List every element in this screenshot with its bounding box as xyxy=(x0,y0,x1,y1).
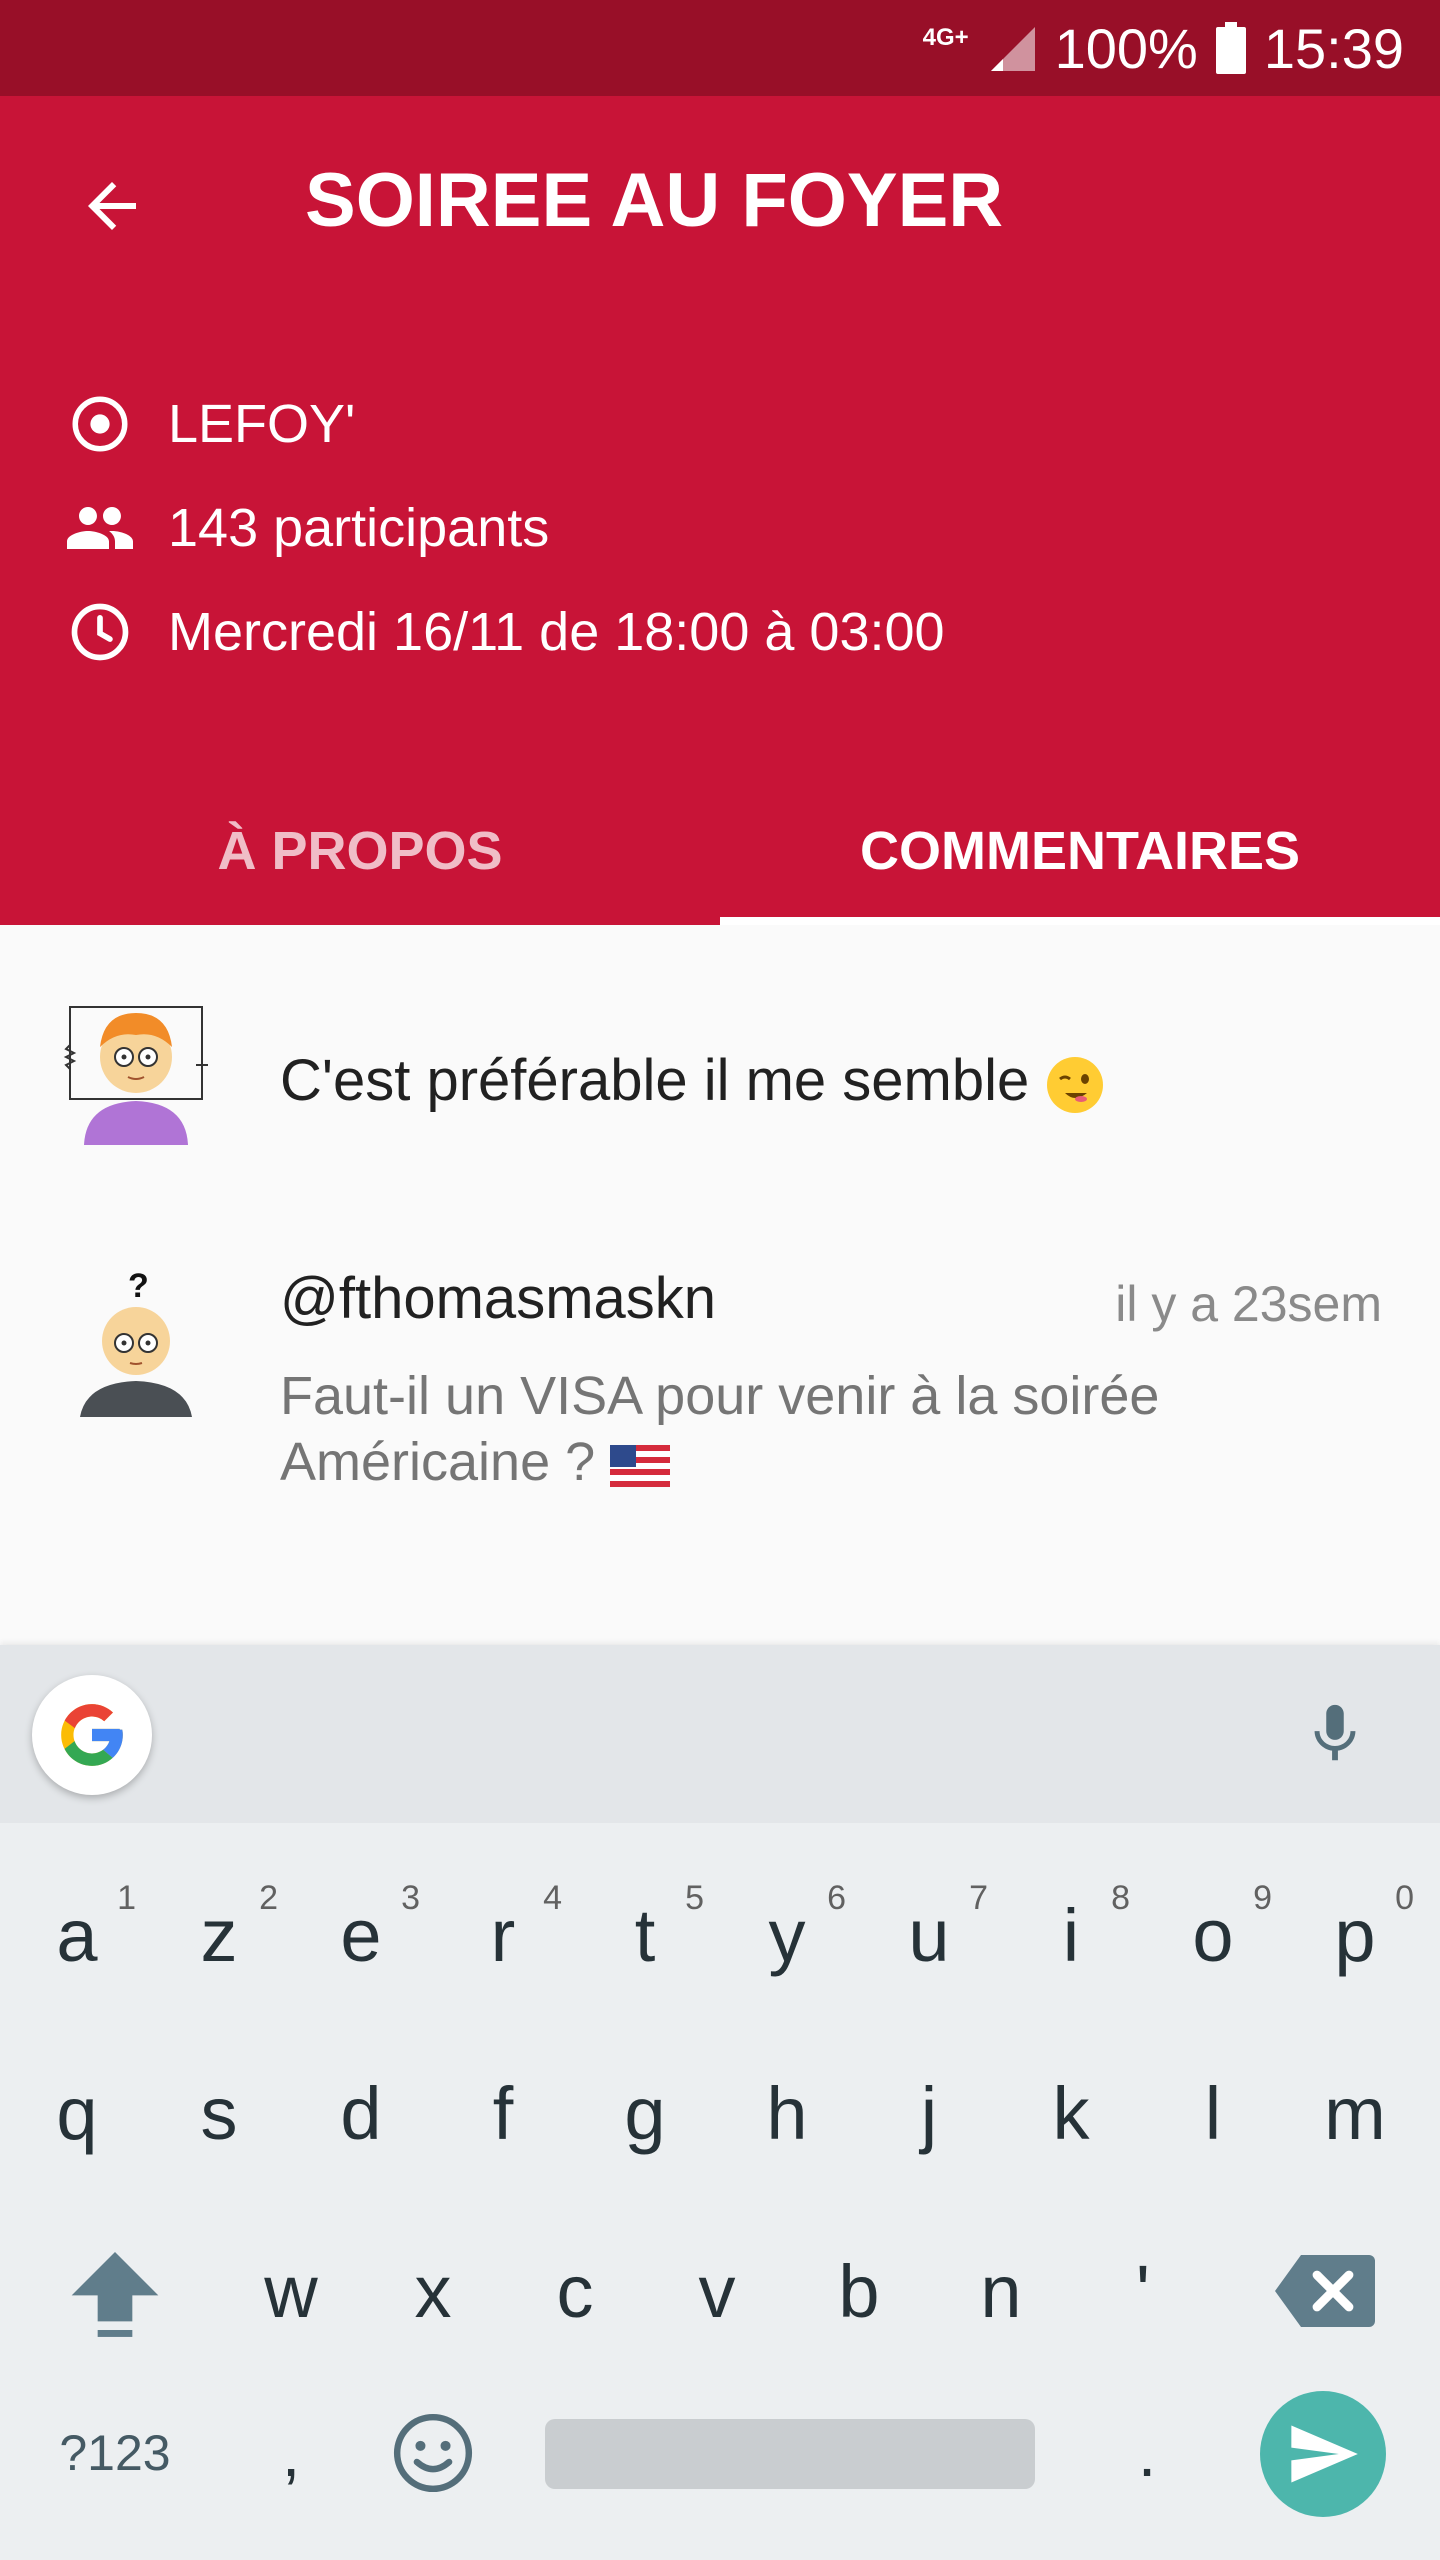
key-apostrophe[interactable]: ' xyxy=(1072,2211,1214,2371)
space-bar[interactable] xyxy=(545,2419,1035,2489)
list-item[interactable]: C'est préférable il me semble xyxy=(0,995,1440,1145)
clock-icon xyxy=(64,596,136,668)
key-i[interactable]: i8 xyxy=(1000,1855,1142,2015)
key-t[interactable]: t5 xyxy=(574,1855,716,2015)
key-b[interactable]: b xyxy=(788,2211,930,2371)
list-item[interactable]: ? @fthomasmaskn il y a 23sem Faut-il un … xyxy=(0,1265,1440,1525)
us-flag-icon xyxy=(610,1444,671,1487)
tab-bar: À PROPOS COMMENTAIRES xyxy=(0,777,1440,925)
arrow-back-icon xyxy=(88,182,136,230)
status-bar: 4G+ 100% 15:39 xyxy=(0,0,1440,96)
event-participants: 143 participants xyxy=(64,488,549,568)
key-m[interactable]: m xyxy=(1284,2033,1426,2193)
event-schedule: Mercredi 16/11 de 18:00 à 03:00 xyxy=(64,592,945,672)
backspace-icon xyxy=(1275,2255,1375,2327)
backspace-key[interactable] xyxy=(1250,2211,1400,2371)
back-button[interactable] xyxy=(64,158,160,254)
avatar xyxy=(63,1006,208,1145)
key-q[interactable]: q xyxy=(6,2033,148,2193)
key-g[interactable]: g xyxy=(574,2033,716,2193)
page-title: SOIREE AU FOYER xyxy=(305,158,1004,243)
participants-text: 143 participants xyxy=(168,498,550,558)
key-comma[interactable]: , xyxy=(220,2373,362,2533)
key-f[interactable]: f xyxy=(432,2033,574,2193)
key-d[interactable]: d xyxy=(290,2033,432,2193)
key-period[interactable]: . xyxy=(1076,2373,1218,2533)
battery-percent: 100% xyxy=(1054,16,1198,80)
key-s[interactable]: s xyxy=(148,2033,290,2193)
people-icon xyxy=(64,492,136,564)
key-l[interactable]: l xyxy=(1142,2033,1284,2193)
key-y[interactable]: y6 xyxy=(716,1855,858,2015)
location-text: LEFOY' xyxy=(168,394,356,454)
key-a[interactable]: a1 xyxy=(6,1855,148,2015)
key-e[interactable]: e3 xyxy=(290,1855,432,2015)
location-target-icon xyxy=(64,388,136,460)
key-r[interactable]: r4 xyxy=(432,1855,574,2015)
google-logo-icon xyxy=(61,1704,123,1766)
send-icon xyxy=(1291,2425,1358,2483)
smiley-icon xyxy=(393,2413,473,2493)
key-x[interactable]: x xyxy=(362,2211,504,2371)
microphone-button[interactable] xyxy=(1290,1689,1380,1779)
comments-list: C'est préférable il me semble ? @fthomas… xyxy=(0,925,1440,1645)
comment-author[interactable]: @fthomasmaskn xyxy=(280,1265,716,1332)
winking-face-icon xyxy=(1047,1056,1104,1113)
key-o[interactable]: o9 xyxy=(1142,1855,1284,2015)
schedule-text: Mercredi 16/11 de 18:00 à 03:00 xyxy=(168,602,945,662)
clock: 15:39 xyxy=(1263,16,1404,80)
keyboard: a1 z2 e3 r4 t5 y6 u7 i8 o9 p0 q s d f g … xyxy=(0,1823,1440,2560)
key-u[interactable]: u7 xyxy=(858,1855,1000,2015)
svg-text:?: ? xyxy=(128,1267,149,1305)
event-header: SOIREE AU FOYER LEFOY' 143 participants … xyxy=(0,96,1440,925)
key-n[interactable]: n xyxy=(930,2211,1072,2371)
emoji-key[interactable] xyxy=(362,2373,504,2533)
comment-time: il y a 23sem xyxy=(1115,1276,1382,1332)
event-location: LEFOY' xyxy=(64,384,355,464)
keyboard-suggestion-bar xyxy=(0,1645,1440,1823)
shift-key[interactable] xyxy=(40,2211,190,2371)
key-w[interactable]: w xyxy=(220,2211,362,2371)
battery-icon xyxy=(1215,22,1246,74)
comment-text: Faut-il un VISA pour venir à la soirée A… xyxy=(280,1366,1160,1492)
signal-icon xyxy=(990,27,1035,71)
key-j[interactable]: j xyxy=(858,2033,1000,2193)
network-type: 4G+ xyxy=(922,24,969,51)
tab-comments[interactable]: COMMENTAIRES xyxy=(720,777,1440,925)
shift-arrow-icon xyxy=(71,2252,159,2337)
tab-about[interactable]: À PROPOS xyxy=(0,777,720,925)
microphone-icon xyxy=(1314,1704,1356,1761)
avatar: ? xyxy=(80,1267,192,1417)
key-z[interactable]: z2 xyxy=(148,1855,290,2015)
key-k[interactable]: k xyxy=(1000,2033,1142,2193)
key-v[interactable]: v xyxy=(646,2211,788,2371)
comment-text: C'est préférable il me semble xyxy=(280,1047,1105,1115)
key-p[interactable]: p0 xyxy=(1284,1855,1426,2015)
google-search-button[interactable] xyxy=(32,1675,152,1795)
key-c[interactable]: c xyxy=(504,2211,646,2371)
send-button[interactable] xyxy=(1260,2391,1386,2517)
key-h[interactable]: h xyxy=(716,2033,858,2193)
symbols-key[interactable]: ?123 xyxy=(40,2373,190,2533)
